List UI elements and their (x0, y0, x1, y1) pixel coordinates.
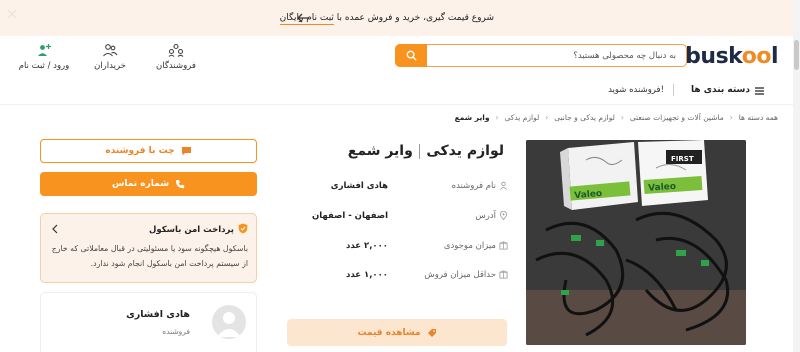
info-label: حداقل میزان فروش (424, 270, 496, 280)
promo-banner-text[interactable]: شروع قیمت گیری، خرید و فروش عمده با ثبت … (279, 13, 494, 25)
box-icon (499, 270, 508, 279)
product-box-left: Valeo (560, 142, 638, 210)
chevron-left-icon: ‹ (495, 113, 499, 122)
product-title-category: لوازم یدکی (426, 143, 504, 159)
safe-payment-box[interactable]: پرداخت امن باسکول باسکول هیچگونه سود یا … (40, 213, 257, 283)
info-value: اصفهان - اصفهان (311, 211, 388, 221)
view-price-label: مشاهده قیمت (357, 327, 421, 338)
svg-text:Valeo: Valeo (648, 182, 677, 194)
categories-label: دسته بندی ها (691, 85, 750, 95)
sellers-icon (168, 43, 184, 57)
logo-text: busk (685, 44, 742, 69)
safe-payment-title-text: پرداخت امن باسکول (148, 225, 234, 235)
location-icon (499, 211, 508, 220)
info-value: هادی افشاری (330, 181, 388, 191)
search-placeholder: به دنبال چه محصولی هستید؟ (573, 51, 676, 61)
add-user-icon (38, 44, 51, 56)
header-login[interactable]: ورود / ثبت نام (16, 43, 72, 71)
chevron-left-icon: ‹ (620, 113, 624, 122)
box-icon (499, 241, 508, 250)
title-divider (418, 143, 421, 159)
menu-icon[interactable] (755, 87, 764, 95)
breadcrumb-item[interactable]: ماشین آلات و تجهیزات صنعتی (630, 113, 724, 122)
product-title: لوازم یدکی وایر شمع (348, 143, 504, 159)
scrollbar-thumb[interactable] (794, 40, 799, 70)
header-sellers[interactable]: فروشندگان (156, 43, 196, 71)
login-label: ورود / ثبت نام (18, 61, 70, 71)
chat-with-seller-button[interactable]: چت با فروشنده (40, 139, 257, 163)
chevron-left-icon (52, 224, 58, 234)
breadcrumb-item[interactable]: لوازم یدکی (505, 113, 540, 122)
info-label: آدرس (475, 211, 496, 221)
tag-icon (427, 328, 436, 337)
seller-name: هادی افشاری (126, 309, 190, 320)
header-divider (0, 104, 800, 105)
call-button[interactable]: شماره تماس (40, 172, 257, 196)
breadcrumb-current: وایر شمع (454, 113, 490, 122)
info-label: نام فروشنده (451, 181, 496, 191)
promo-text: شروع قیمت گیری، خرید و فروش عمده با (333, 13, 494, 23)
categories-menu[interactable]: دسته بندی ها (691, 85, 750, 95)
site-logo[interactable]: buskool (685, 44, 778, 69)
become-seller-link[interactable]: فروشنده شوید! (608, 85, 664, 95)
svg-text:FIRST: FIRST (671, 155, 694, 163)
chevron-left-icon: ‹ (729, 113, 733, 122)
chat-label: چت با فروشنده (105, 146, 175, 156)
info-value: ۱,۰۰۰ عدد (345, 270, 388, 280)
search-icon (406, 50, 417, 61)
logo-accent-text: oo (741, 44, 772, 69)
logo-text-end: l (770, 44, 779, 69)
safe-payment-text: باسکول هیچگونه سود یا مسئولیتی در قبال م… (51, 244, 248, 268)
product-box-right: FIRST Valeo (638, 140, 708, 206)
product-title-name: وایر شمع (347, 143, 413, 159)
breadcrumb-item[interactable]: لوازم یدکی و جانبی (554, 113, 615, 122)
chat-icon (181, 147, 191, 156)
user-icon (500, 181, 507, 190)
arrow-left-icon[interactable] (296, 12, 310, 24)
seller-role: فروشنده (162, 327, 190, 336)
info-label: میزان موجودی (443, 241, 496, 251)
sellers-label: فروشندگان (156, 61, 196, 71)
breadcrumb-item[interactable]: همه دسته ها (739, 113, 778, 122)
call-label: شماره تماس (111, 179, 170, 189)
header-buyers[interactable]: خریداران (90, 43, 130, 71)
view-price-button[interactable]: مشاهده قیمت (287, 319, 507, 346)
close-icon[interactable] (4, 6, 20, 22)
avatar (212, 305, 246, 339)
search-button[interactable] (395, 44, 427, 67)
search-input[interactable]: به دنبال چه محصولی هستید؟ (395, 44, 687, 67)
breadcrumb: همه دسته ها ‹ ماشین آلات و تجهیزات صنعتی ‹ ل… (455, 113, 778, 122)
nav-divider (673, 84, 674, 96)
buyers-icon (103, 44, 118, 57)
buyers-label: خریداران (94, 61, 126, 71)
product-image[interactable]: Valeo FIRST Valeo (526, 140, 746, 345)
shield-icon (238, 223, 248, 234)
chevron-left-icon: ‹ (545, 113, 549, 122)
safe-payment-title: پرداخت امن باسکول (149, 223, 248, 235)
seller-card[interactable]: هادی افشاری فروشنده (40, 292, 257, 352)
phone-icon (176, 180, 185, 189)
info-value: ۲,۰۰۰ عدد (345, 241, 388, 251)
